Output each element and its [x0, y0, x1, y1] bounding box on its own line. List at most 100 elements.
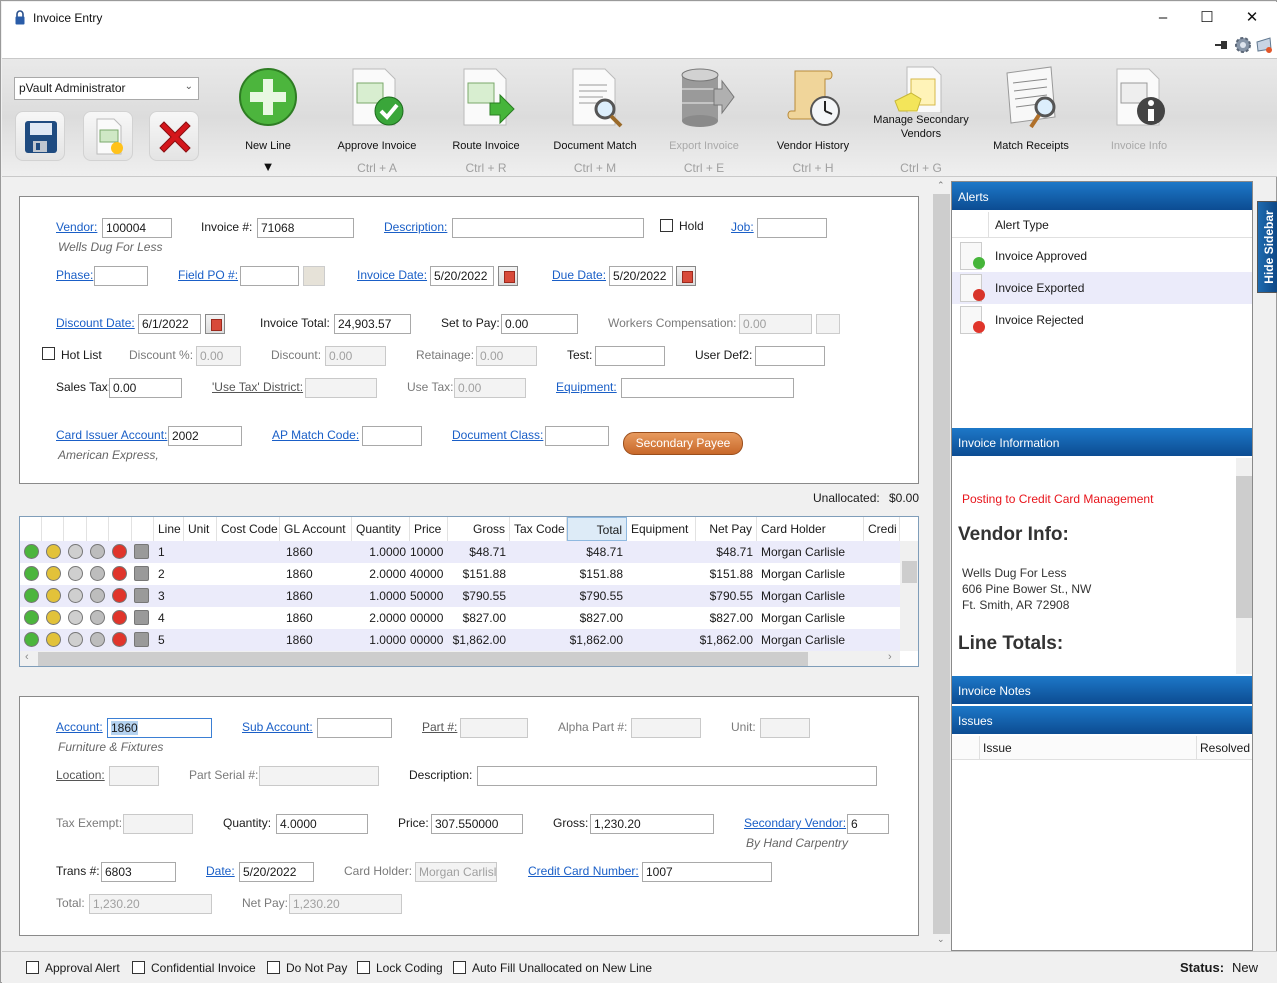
plus-row-icon[interactable] [24, 588, 39, 603]
sales-tax-field[interactable]: 0.00 [109, 378, 182, 398]
equipment-field[interactable] [621, 378, 794, 398]
footer-checkbox[interactable] [267, 961, 280, 974]
maximize-button[interactable]: ☐ [1193, 8, 1221, 28]
price-field[interactable]: 307.550000 [431, 814, 523, 834]
scroll-down-icon[interactable]: ⌄ [937, 934, 945, 945]
table-row[interactable]: 2 1860 2.0000 40000 $151.88 $151.88 $151.88 Mor… [20, 563, 900, 585]
card-issuer-field[interactable]: 2002 [168, 426, 242, 446]
table-row[interactable]: 1 1860 1.0000 10000 $48.71 $48.71 $48.71 Morgan… [20, 541, 900, 563]
column-header[interactable]: Cost Code [217, 517, 280, 541]
alert-item[interactable]: Invoice Approved [952, 240, 1252, 272]
due-date-calendar-icon[interactable] [676, 266, 696, 286]
pin-icon[interactable] [1215, 40, 1229, 50]
discount-date-field[interactable]: 6/1/2022 [138, 314, 201, 334]
invoice-date-link[interactable]: Invoice Date: [357, 268, 427, 282]
column-header[interactable]: Net Pay [696, 517, 757, 541]
field-po-field[interactable] [240, 266, 299, 286]
vendor-history-button[interactable]: Vendor History Ctrl + H [763, 65, 863, 175]
hide-sidebar-button[interactable]: Hide Sidebar [1257, 201, 1277, 293]
credit-card-number-link[interactable]: Credit Card Number: [528, 864, 639, 878]
description-link[interactable]: Description: [384, 220, 447, 234]
hot-list-checkbox[interactable] [42, 347, 55, 360]
document-question-icon[interactable] [134, 566, 149, 581]
footer-checkbox[interactable] [132, 961, 145, 974]
secondary-vendor-link[interactable]: Secondary Vendor: [744, 816, 846, 830]
footer-checkbox[interactable] [453, 961, 466, 974]
scroll-right-icon[interactable]: › [888, 651, 892, 663]
match-receipts-button[interactable]: Match Receipts [981, 65, 1081, 153]
split-row-icon[interactable] [46, 610, 61, 625]
set-to-pay-field[interactable]: 0.00 [501, 314, 578, 334]
delete-row-icon[interactable] [112, 632, 127, 647]
grid-scrollbar-thumb[interactable] [902, 561, 917, 583]
dollar-row-icon[interactable] [90, 588, 105, 603]
new-line-button[interactable]: New Line ▼ [218, 65, 318, 174]
sub-account-field[interactable] [317, 718, 392, 738]
delete-row-icon[interactable] [112, 544, 127, 559]
phase-field[interactable] [94, 266, 148, 286]
document-question-icon[interactable] [134, 632, 149, 647]
dollar-row-icon[interactable] [90, 610, 105, 625]
refresh-row-icon[interactable] [68, 610, 83, 625]
invoice-number-field[interactable]: 71068 [257, 218, 354, 238]
icon-column-header[interactable] [20, 517, 42, 541]
date-link[interactable]: Date: [206, 864, 235, 878]
alert-item[interactable]: Invoice Rejected [952, 304, 1252, 336]
table-row[interactable]: 4 1860 2.0000 00000 $827.00 $827.00 $827.00 Mor… [20, 607, 900, 629]
gear-icon[interactable] [1234, 36, 1252, 54]
ap-match-link[interactable]: AP Match Code: [272, 428, 359, 442]
due-date-field[interactable]: 5/20/2022 [609, 266, 673, 286]
grid-horizontal-scrollbar[interactable]: ‹ › [20, 651, 900, 666]
approve-invoice-button[interactable]: Approve Invoice Ctrl + A [327, 65, 427, 175]
refresh-row-icon[interactable] [68, 632, 83, 647]
delete-row-icon[interactable] [112, 588, 127, 603]
alert-item[interactable]: Invoice Exported [952, 272, 1252, 304]
document-class-field[interactable] [545, 426, 609, 446]
field-po-link[interactable]: Field PO #: [178, 268, 238, 282]
user-def2-field[interactable] [755, 346, 825, 366]
column-header[interactable]: Price [410, 517, 448, 541]
new-line-dropdown-arrow[interactable]: ▼ [218, 159, 318, 174]
discount-date-link[interactable]: Discount Date: [56, 316, 135, 330]
job-field[interactable] [757, 218, 827, 238]
refresh-row-icon[interactable] [68, 544, 83, 559]
icon-column-header[interactable] [132, 517, 154, 541]
part-link[interactable]: Part #: [422, 720, 457, 734]
icon-column-header[interactable] [87, 517, 109, 541]
gross-field[interactable]: 1,230.20 [590, 814, 714, 834]
column-header[interactable]: Tax Code [510, 517, 567, 541]
test-field[interactable] [595, 346, 665, 366]
column-header[interactable]: Quantity [352, 517, 410, 541]
info-vertical-scrollbar[interactable] [1236, 458, 1252, 674]
plus-row-icon[interactable] [24, 632, 39, 647]
issues-header[interactable]: Issues [952, 706, 1252, 734]
footer-checkbox[interactable] [357, 961, 370, 974]
vendor-link[interactable]: Vendor: [56, 220, 97, 234]
alerts-header[interactable]: Alerts [952, 182, 1252, 210]
icon-column-header[interactable] [65, 517, 87, 541]
footer-checkbox[interactable] [26, 961, 39, 974]
vendor-field[interactable]: 100004 [102, 218, 172, 238]
phase-link[interactable]: Phase: [56, 268, 93, 282]
card-issuer-link[interactable]: Card Issuer Account: [56, 428, 167, 442]
invoice-information-header[interactable]: Invoice Information [952, 428, 1252, 456]
scroll-up-icon[interactable]: ⌃ [937, 180, 945, 191]
delete-row-icon[interactable] [112, 610, 127, 625]
split-row-icon[interactable] [46, 544, 61, 559]
ap-match-field[interactable] [362, 426, 422, 446]
save-button[interactable] [15, 111, 65, 161]
account-link[interactable]: Account: [56, 720, 103, 734]
icon-column-header[interactable] [42, 517, 64, 541]
user-select[interactable]: pVault Administrator ⌄ [14, 77, 199, 100]
dollar-row-icon[interactable] [90, 632, 105, 647]
column-header[interactable]: Credi [864, 517, 900, 541]
scrollbar-thumb[interactable] [933, 194, 950, 934]
table-row[interactable]: 5 1860 1.0000 00000 $1,862.00 $1,862.00 $1,862… [20, 629, 900, 651]
document-class-link[interactable]: Document Class: [452, 428, 543, 442]
minimize-button[interactable]: – [1149, 8, 1177, 28]
refresh-row-icon[interactable] [68, 588, 83, 603]
column-header[interactable]: GL Account [280, 517, 352, 541]
discount-date-calendar-icon[interactable] [205, 314, 225, 334]
location-link[interactable]: Location: [56, 768, 105, 782]
dollar-row-icon[interactable] [90, 544, 105, 559]
